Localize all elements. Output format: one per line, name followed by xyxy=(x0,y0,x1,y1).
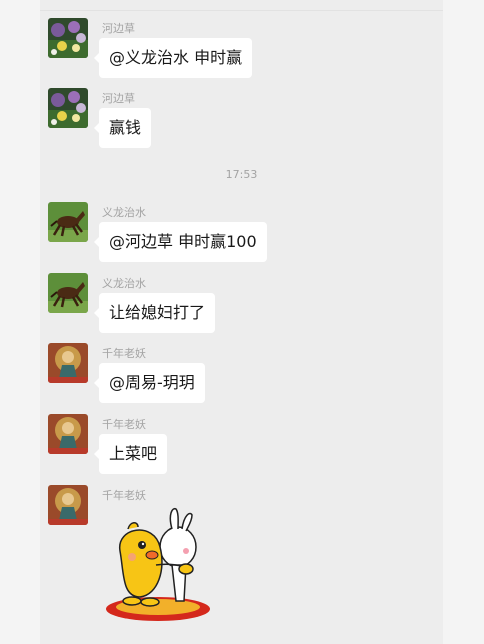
message-bubble[interactable]: 赢钱 xyxy=(93,108,152,148)
sender-name: 义龙治水 xyxy=(102,277,146,290)
deity-avatar-icon[interactable] xyxy=(48,485,88,525)
sender-name: 河边草 xyxy=(102,92,135,105)
message-bubble[interactable]: 上菜吧 xyxy=(93,434,168,474)
chat-area[interactable]: 河边草 @义龙治水 申时赢 河边草 赢钱 17:53 义龙治水 @河边草 申时赢… xyxy=(40,0,443,644)
message-bubble[interactable]: @义龙治水 申时赢 xyxy=(93,38,253,78)
horse-avatar-icon[interactable] xyxy=(48,273,88,313)
sender-name: 千年老妖 xyxy=(102,347,146,360)
message-bubble[interactable]: @周易-玥玥 xyxy=(94,363,205,403)
message-timestamp: 17:53 xyxy=(225,168,258,181)
horse-avatar-icon[interactable] xyxy=(48,202,88,242)
flower-avatar-icon[interactable] xyxy=(48,18,88,58)
sender-name: 千年老妖 xyxy=(102,489,146,502)
chat-screen: 河边草 @义龙治水 申时赢 河边草 赢钱 17:53 义龙治水 @河边草 申时赢… xyxy=(0,0,484,644)
hugging-cartoon-sticker[interactable] xyxy=(106,507,226,623)
sender-name: 义龙治水 xyxy=(102,206,146,219)
divider xyxy=(40,10,443,11)
message-bubble[interactable]: 让给媳妇打了 xyxy=(93,293,216,333)
deity-avatar-icon[interactable] xyxy=(48,343,88,383)
flower-avatar-icon[interactable] xyxy=(48,88,88,128)
message-bubble[interactable]: @河边草 申时赢100 xyxy=(94,222,267,262)
deity-avatar-icon[interactable] xyxy=(48,414,88,454)
sender-name: 千年老妖 xyxy=(102,418,146,431)
sender-name: 河边草 xyxy=(102,22,135,35)
